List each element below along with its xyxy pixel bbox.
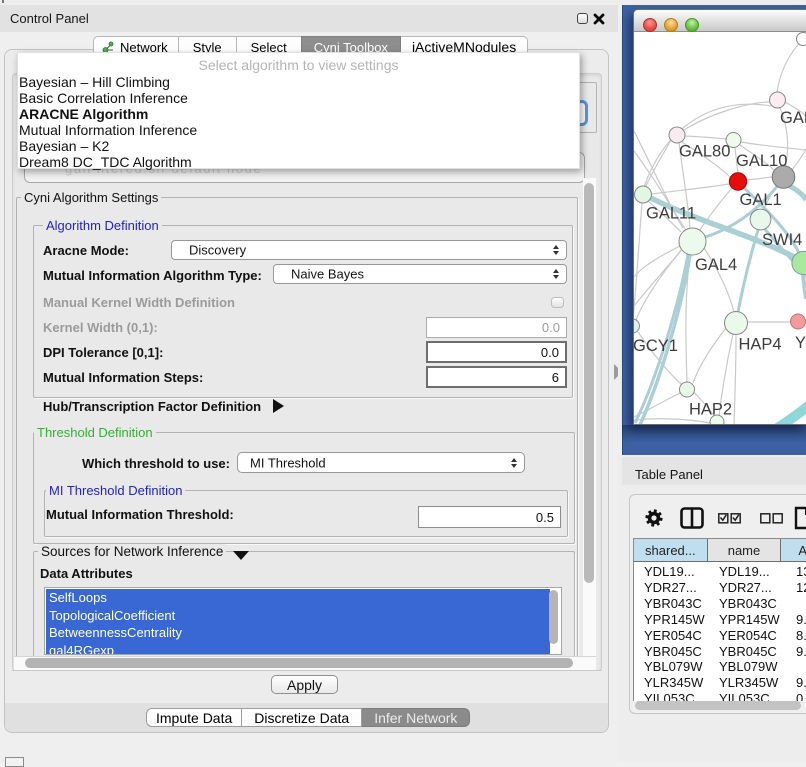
svg-text:GCY1: GCY1 <box>634 337 678 355</box>
svg-text:GAL80: GAL80 <box>679 143 730 161</box>
svg-text:GAL11: GAL11 <box>646 205 696 223</box>
svg-text:GAL1: GAL1 <box>740 191 782 209</box>
svg-text:SWI4: SWI4 <box>762 231 802 249</box>
svg-text:HAP2: HAP2 <box>689 401 732 419</box>
svg-text:GAL10: GAL10 <box>736 152 787 170</box>
svg-text:YEL: YEL <box>795 334 806 352</box>
svg-text:GAL2: GAL2 <box>780 109 806 127</box>
svg-text:GAL4: GAL4 <box>695 256 737 274</box>
svg-text:HAP4: HAP4 <box>739 336 782 354</box>
